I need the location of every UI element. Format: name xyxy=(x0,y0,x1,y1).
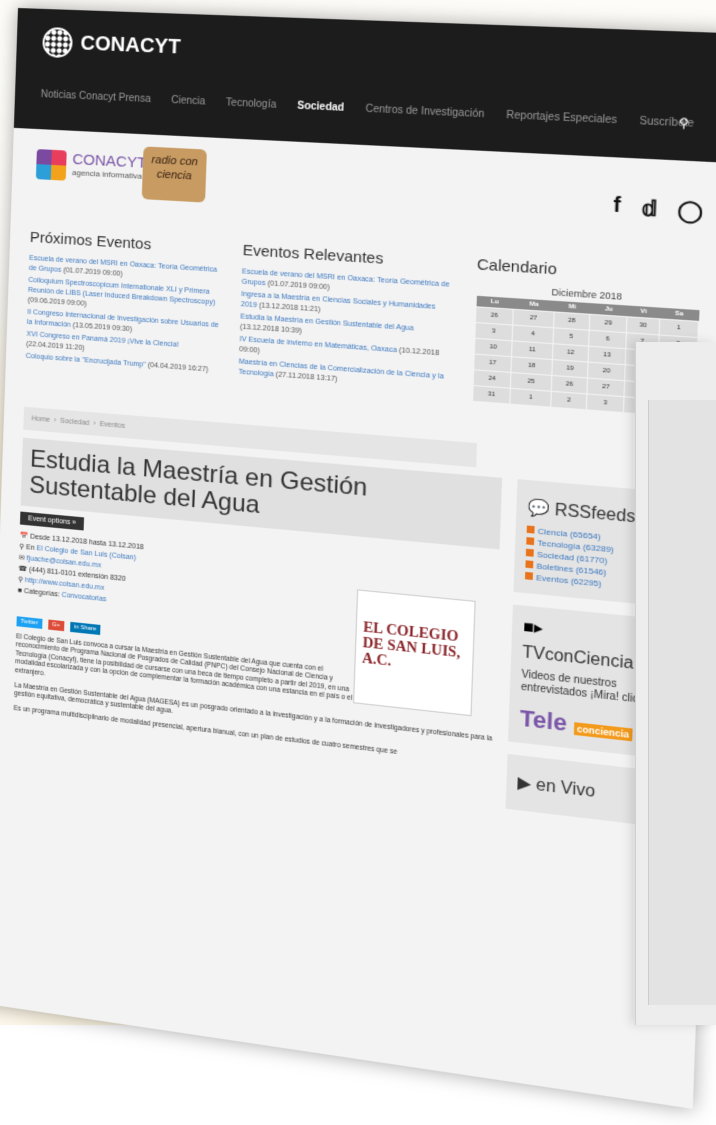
breadcrumb-eventos: Eventos xyxy=(99,420,126,431)
nav-item-centros[interactable]: Centros de Investigación xyxy=(365,103,484,120)
gplus-share-button[interactable]: G+ xyxy=(47,619,65,632)
twitter-icon[interactable]: 𝕕 xyxy=(641,195,658,223)
agencia-cube-icon xyxy=(35,149,67,181)
agencia-logo[interactable]: CONACYT agencia informativa xyxy=(35,149,147,185)
conacyt-logo-icon xyxy=(42,26,73,59)
social-icons: f 𝕕 ◯ xyxy=(613,194,704,226)
agencia-subtitle: agencia informativa xyxy=(71,167,143,181)
nav-item-reportajes[interactable]: Reportajes Especiales xyxy=(506,110,617,127)
nav-item-ciencia[interactable]: Ciencia xyxy=(171,95,206,108)
webpage: CONACYT Noticias Conacyt Prensa Ciencia … xyxy=(0,8,716,1109)
main-nav: Noticias Conacyt Prensa Ciencia Tecnolog… xyxy=(41,89,695,131)
nav-item-sociedad[interactable]: Sociedad xyxy=(297,100,344,113)
overlay-panel xyxy=(635,342,716,1025)
conacyt-logo-text: CONACYT xyxy=(80,31,181,59)
agencia-text: CONACYT agencia informativa xyxy=(71,151,147,183)
relevantes-title: Eventos Relevantes xyxy=(242,241,384,268)
facebook-icon[interactable]: f xyxy=(613,194,621,221)
article: Estudia la Maestría en Gestión Sustentab… xyxy=(12,437,503,820)
breadcrumb-home[interactable]: Home xyxy=(31,415,50,424)
nav-item-noticias[interactable]: Noticias Conacyt Prensa xyxy=(41,89,151,105)
linkedin-share-button[interactable]: in Share xyxy=(69,621,101,636)
category-link[interactable]: Convocatorias xyxy=(62,592,107,604)
eventos-relevantes: Eventos Relevantes Escuela de verano del… xyxy=(237,231,456,432)
nav-item-tecnologia[interactable]: Tecnología xyxy=(226,97,277,111)
conacyt-logo[interactable]: CONACYT xyxy=(42,26,181,63)
search-icon[interactable]: ⚲ xyxy=(679,115,690,130)
event-options-button[interactable]: Event options » xyxy=(19,511,85,531)
tilted-page-wrapper: CONACYT Noticias Conacyt Prensa Ciencia … xyxy=(0,8,716,1125)
proximos-eventos: Próximos Eventos Escuela de verano del M… xyxy=(24,219,222,414)
proximos-title: Próximos Eventos xyxy=(29,228,152,254)
overlay-panel-inner xyxy=(648,400,716,1005)
twitter-share-button[interactable]: Twitter xyxy=(16,616,43,629)
calendar-title: Calendario xyxy=(476,255,558,279)
instagram-icon[interactable]: ◯ xyxy=(677,197,704,225)
radio-con-ciencia-logo[interactable]: radio con ciencia xyxy=(141,146,207,203)
main-content: Estudia la Maestría en Gestión Sustentab… xyxy=(0,436,716,845)
colegio-logo: EL COLEGIO DE SAN LUIS, A.C. xyxy=(353,589,476,717)
breadcrumb-sociedad[interactable]: Sociedad xyxy=(60,418,89,427)
